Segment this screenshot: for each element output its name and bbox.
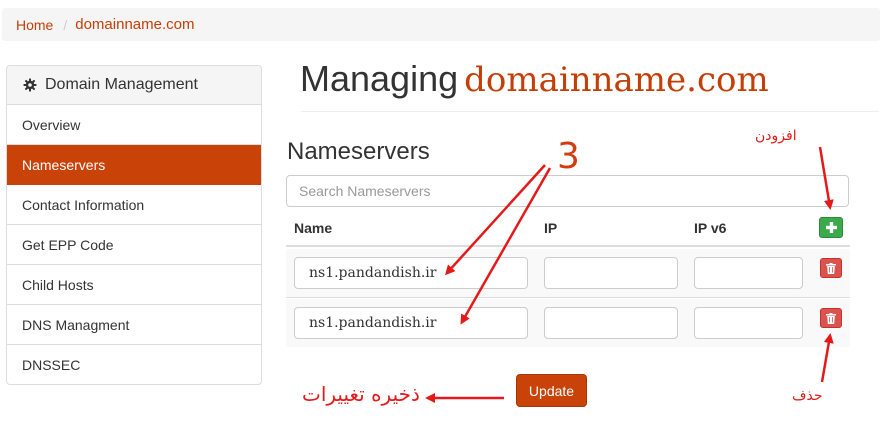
annotation-arrows bbox=[425, 146, 834, 403]
annotation-add-label: افزودن bbox=[755, 128, 797, 144]
annotation-delete-label: حذف bbox=[792, 388, 823, 404]
arrow-to-row1 bbox=[444, 164, 546, 276]
arrow-to-delete bbox=[820, 333, 834, 383]
arrow-to-add bbox=[818, 146, 834, 210]
annotation-save-label: ذخیره تغییرات bbox=[302, 382, 420, 406]
annotation-count: 3 bbox=[557, 136, 580, 177]
arrow-to-row2 bbox=[460, 167, 552, 325]
